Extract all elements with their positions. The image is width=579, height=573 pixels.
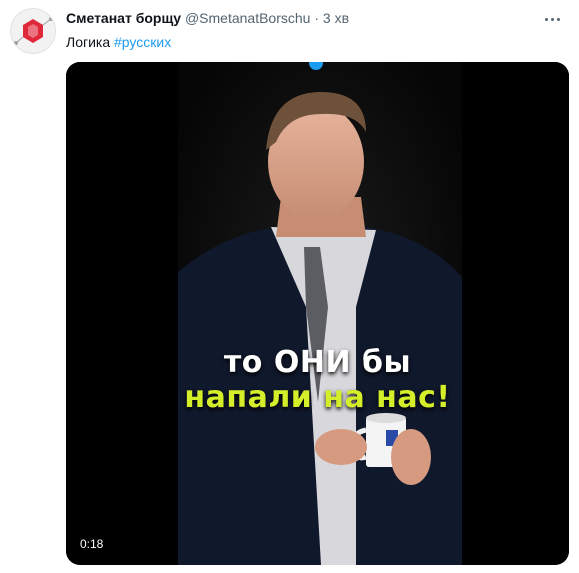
video-caption-line1: то ОНИ бы	[223, 345, 412, 380]
video-caption-line2: напали на нас!	[184, 380, 451, 415]
tweet-text: Логика #русских	[66, 34, 171, 50]
video-frame	[66, 62, 569, 565]
hexagon-logo-icon	[14, 17, 53, 45]
timestamp[interactable]: 3 хв	[323, 10, 349, 26]
separator: ·	[314, 10, 320, 26]
tweet[interactable]: Сметанат борщу @SmetanatBorschu · 3 хв Л…	[0, 0, 579, 573]
tweet-header: Сметанат борщу @SmetanatBorschu · 3 хв	[66, 10, 539, 30]
avatar[interactable]	[10, 8, 56, 54]
author-name[interactable]: Сметанат борщу	[66, 10, 181, 26]
video-player[interactable]: то ОНИ бы напали на нас! 0:18	[66, 62, 569, 565]
tweet-text-body: Логика	[66, 34, 115, 50]
video-duration: 0:18	[80, 537, 104, 551]
more-horizontal-icon[interactable]	[543, 8, 569, 26]
author-handle[interactable]: @SmetanatBorschu	[185, 10, 311, 26]
hashtag-link[interactable]: #русских	[114, 34, 171, 50]
